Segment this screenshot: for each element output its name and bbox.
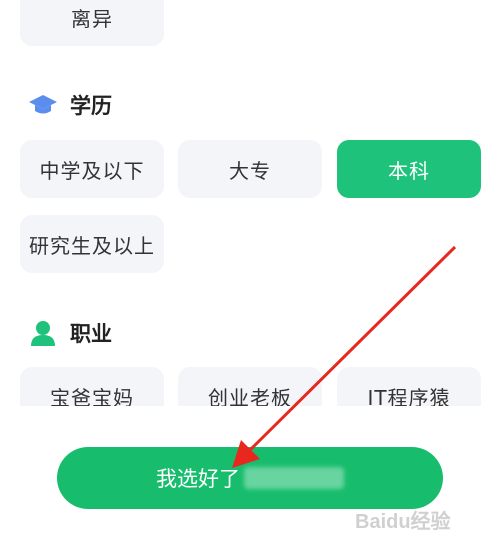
option-label: 中学及以下 (39, 158, 145, 183)
option-postgraduate-or-above[interactable]: 研究生及以上 (20, 215, 164, 273)
option-label: 研究生及以上 (29, 233, 155, 258)
option-bachelor[interactable]: 本科 (337, 140, 481, 198)
confirm-label: 我选好了 (156, 467, 240, 491)
occupation-section-title: 职业 (28, 318, 112, 348)
blurred-text (244, 467, 344, 489)
occupation-title-label: 职业 (70, 322, 112, 346)
option-junior-college[interactable]: 大专 (178, 140, 322, 198)
confirm-button[interactable]: 我选好了 (57, 447, 443, 509)
option-label: 大专 (229, 158, 271, 183)
option-label: 本科 (388, 158, 430, 183)
bottom-bar-background (0, 406, 499, 446)
education-section-title: 学历 (28, 90, 112, 120)
option-label: 离异 (71, 6, 113, 31)
option-middle-school-or-below[interactable]: 中学及以下 (20, 140, 164, 198)
education-title-label: 学历 (70, 94, 112, 118)
graduation-cap-icon (28, 90, 58, 120)
person-icon (28, 318, 58, 348)
watermark: Baidu经验 (355, 511, 451, 533)
option-divorced[interactable]: 离异 (20, 0, 164, 46)
